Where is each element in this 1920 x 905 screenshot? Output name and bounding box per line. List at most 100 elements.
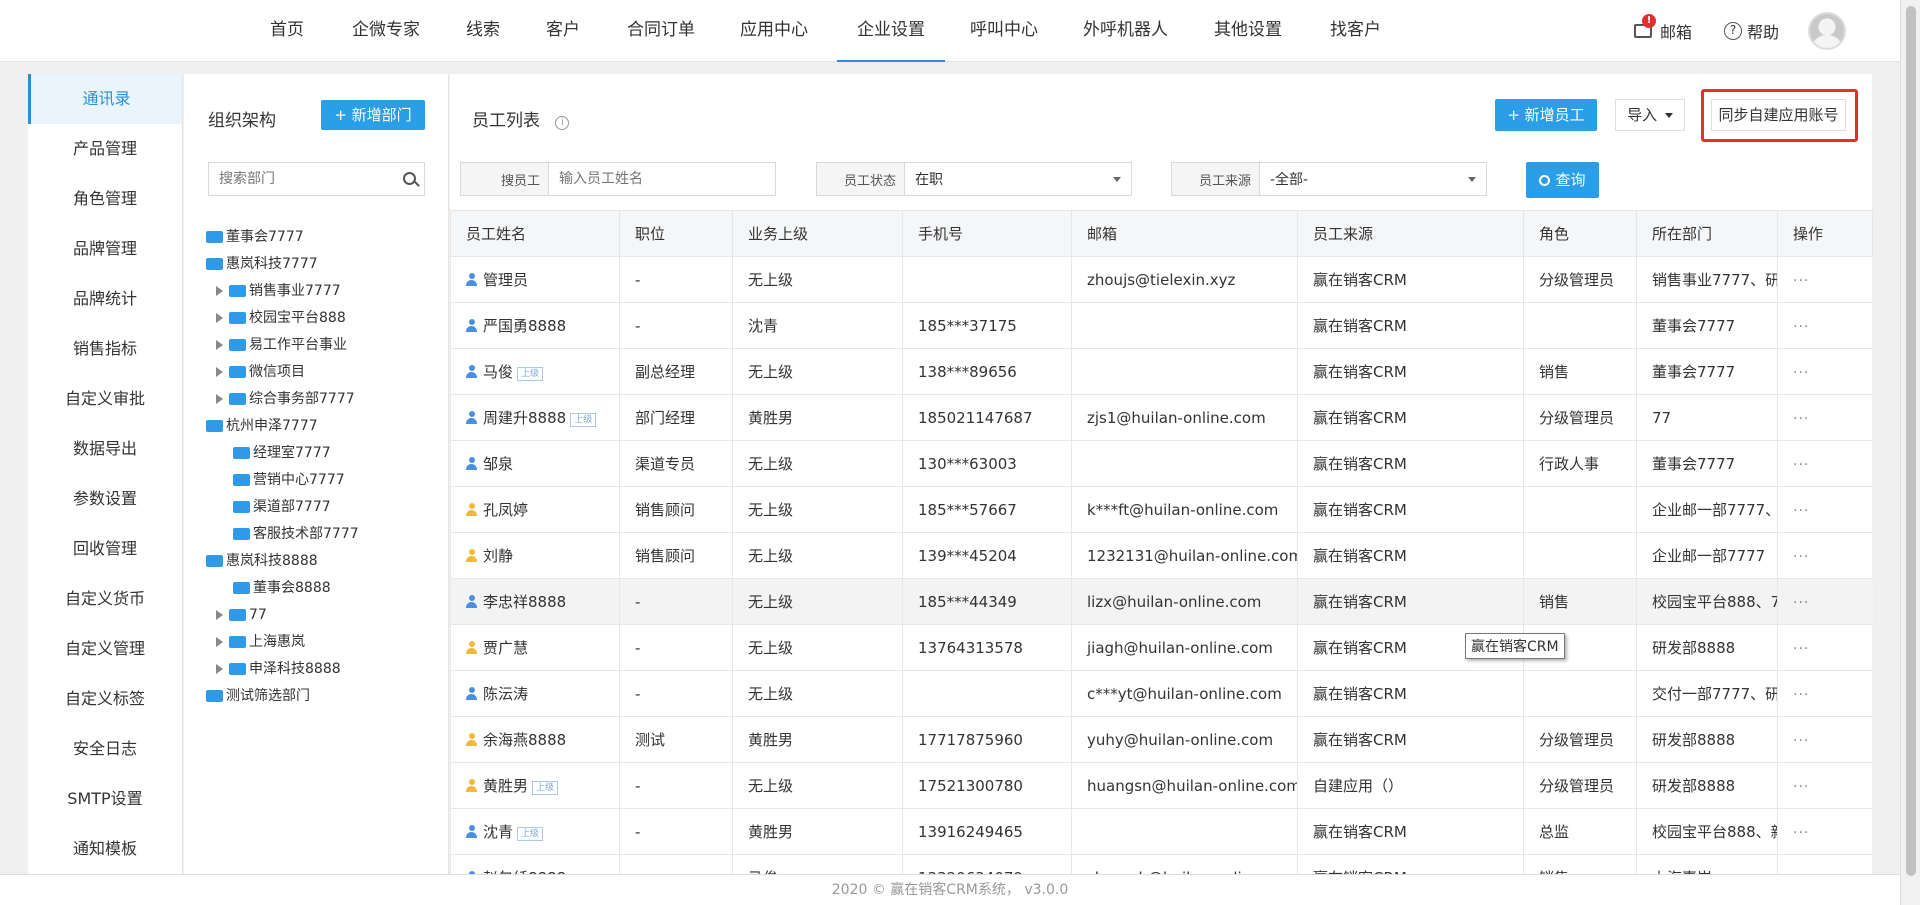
tree-node[interactable]: 微信项目 bbox=[206, 359, 446, 386]
tree-node[interactable]: 客服技术部7777 bbox=[206, 521, 446, 548]
expand-caret-icon[interactable] bbox=[216, 610, 223, 620]
employee-source-filter[interactable]: 员工来源 -全部- bbox=[1171, 162, 1487, 196]
tree-node[interactable]: 上海惠岚 bbox=[206, 629, 446, 656]
help-link[interactable]: ? 帮助 bbox=[1724, 0, 1779, 62]
nav-item[interactable]: 合同订单 bbox=[627, 0, 695, 62]
nav-item[interactable]: 首页 bbox=[270, 0, 304, 62]
employee-name-cell[interactable]: 贾广慧 bbox=[450, 624, 620, 671]
expand-caret-icon[interactable] bbox=[216, 664, 223, 674]
table-row[interactable]: 黄胜男 上级 - 无上级 17521300780 huangsn@huilan-onlin… bbox=[450, 762, 1873, 809]
more-actions-icon[interactable]: ··· bbox=[1793, 457, 1809, 473]
settings-menu-item[interactable]: 品牌管理 bbox=[28, 224, 182, 274]
table-row[interactable]: 马俊 上级 副总经理 无上级 138***89656 赢在销客CRM 销售 董事会7777 ··… bbox=[450, 348, 1873, 395]
info-icon[interactable]: i bbox=[555, 116, 570, 130]
expand-caret-icon[interactable] bbox=[216, 637, 223, 647]
nav-item[interactable]: 线索 bbox=[466, 0, 500, 62]
table-row[interactable]: 严国勇8888 - 沈青 185***37175 赢在销客CRM 董事会7777 ··· bbox=[450, 302, 1873, 349]
employee-search-input[interactable] bbox=[549, 163, 769, 195]
table-row[interactable]: 周建升8888 上级 部门经理 黄胜男 185021147687 zjs1@huilan-… bbox=[450, 394, 1873, 441]
page-scrollbar[interactable] bbox=[1900, 0, 1920, 905]
tree-node[interactable]: 渠道部7777 bbox=[206, 494, 446, 521]
employee-status-filter[interactable]: 员工状态 在职 bbox=[816, 162, 1132, 196]
settings-menu-item[interactable]: 通讯录 bbox=[28, 74, 182, 124]
scrollbar-thumb[interactable] bbox=[1906, 6, 1916, 876]
tree-node[interactable]: 经理室7777 bbox=[206, 440, 446, 467]
table-row[interactable]: 余海燕8888 测试 黄胜男 17717875960 yuhy@huilan-onlin… bbox=[450, 716, 1873, 763]
settings-menu-item[interactable]: 自定义审批 bbox=[28, 374, 182, 424]
nav-item[interactable]: 企业设置 bbox=[837, 0, 945, 62]
table-row[interactable]: 李忠祥8888 - 无上级 185***44349 lizx@huilan-online… bbox=[450, 578, 1873, 625]
employee-name-cell[interactable]: 孔凤婷 bbox=[450, 486, 620, 533]
more-actions-icon[interactable]: ··· bbox=[1793, 549, 1809, 565]
settings-menu-item[interactable]: 数据导出 bbox=[28, 424, 182, 474]
more-actions-icon[interactable]: ··· bbox=[1793, 733, 1809, 749]
tree-node[interactable]: 董事会7777 bbox=[206, 224, 446, 251]
nav-item[interactable]: 其他设置 bbox=[1214, 0, 1282, 62]
settings-menu-item[interactable]: 安全日志 bbox=[28, 724, 182, 774]
settings-menu-item[interactable]: 通知模板 bbox=[28, 824, 182, 874]
employee-name-cell[interactable]: 马俊 上级 bbox=[450, 348, 620, 395]
more-actions-icon[interactable]: ··· bbox=[1793, 503, 1809, 519]
more-actions-icon[interactable]: ··· bbox=[1793, 825, 1809, 841]
import-dropdown-button[interactable]: 导入 bbox=[1615, 99, 1685, 131]
settings-menu-item[interactable]: 自定义货币 bbox=[28, 574, 182, 624]
settings-menu-item[interactable]: 自定义管理 bbox=[28, 624, 182, 674]
employee-name-cell[interactable]: 邹泉 bbox=[450, 440, 620, 487]
tree-node[interactable]: 惠岚科技8888 bbox=[206, 548, 446, 575]
more-actions-icon[interactable]: ··· bbox=[1793, 273, 1809, 289]
search-icon[interactable] bbox=[403, 172, 420, 187]
tree-node[interactable]: 易工作平台事业 bbox=[206, 332, 446, 359]
table-row[interactable]: 管理员 - 无上级 zhoujs@tielexin.xyz 赢在销客CRM 分级管理员 销售… bbox=[450, 256, 1873, 303]
employee-name-cell[interactable]: 周建升8888 上级 bbox=[450, 394, 620, 441]
more-actions-icon[interactable]: ··· bbox=[1793, 411, 1809, 427]
settings-menu-item[interactable]: 自定义标签 bbox=[28, 674, 182, 724]
more-actions-icon[interactable]: ··· bbox=[1793, 641, 1809, 657]
table-row[interactable]: 沈青 上级 - 黄胜男 13916249465 赢在销客CRM 总监 校园宝平台888、新 ··… bbox=[450, 808, 1873, 855]
tree-node[interactable]: 营销中心7777 bbox=[206, 467, 446, 494]
add-employee-button[interactable]: + 新增员工 bbox=[1495, 99, 1597, 131]
settings-menu-item[interactable]: 产品管理 bbox=[28, 124, 182, 174]
expand-caret-icon[interactable] bbox=[216, 367, 223, 377]
nav-item[interactable]: 找客户 bbox=[1330, 0, 1381, 62]
nav-item[interactable]: 企微专家 bbox=[352, 0, 420, 62]
tree-node[interactable]: 77 bbox=[206, 602, 446, 629]
table-row[interactable]: 邹泉 渠道专员 无上级 130***63003 赢在销客CRM 行政人事 董事会7777 ··… bbox=[450, 440, 1873, 487]
employee-name-cell[interactable]: 刘静 bbox=[450, 532, 620, 579]
nav-item[interactable]: 外呼机器人 bbox=[1083, 0, 1168, 62]
more-actions-icon[interactable]: ··· bbox=[1793, 687, 1809, 703]
employee-name-cell[interactable]: 严国勇8888 bbox=[450, 302, 620, 349]
user-avatar[interactable] bbox=[1808, 12, 1846, 50]
tree-node[interactable]: 校园宝平台888 bbox=[206, 305, 446, 332]
settings-menu-item[interactable]: 品牌统计 bbox=[28, 274, 182, 324]
employee-name-cell[interactable]: 李忠祥8888 bbox=[450, 578, 620, 625]
tree-node[interactable]: 申泽科技8888 bbox=[206, 656, 446, 683]
more-actions-icon[interactable]: ··· bbox=[1793, 365, 1809, 381]
nav-item[interactable]: 应用中心 bbox=[740, 0, 808, 62]
more-actions-icon[interactable]: ··· bbox=[1793, 319, 1809, 335]
tree-node[interactable]: 测试筛选部门 bbox=[206, 683, 446, 710]
employee-name-cell[interactable]: 黄胜男 上级 bbox=[450, 762, 620, 809]
table-row[interactable]: 刘静 销售顾问 无上级 139***45204 1232131@huilan-onlin… bbox=[450, 532, 1873, 579]
expand-caret-icon[interactable] bbox=[216, 340, 223, 350]
employee-name-cell[interactable]: 余海燕8888 bbox=[450, 716, 620, 763]
tree-node[interactable]: 董事会8888 bbox=[206, 575, 446, 602]
tree-node[interactable]: 惠岚科技7777 bbox=[206, 251, 446, 278]
nav-item[interactable]: 客户 bbox=[546, 0, 580, 62]
tree-node[interactable]: 杭州申泽7777 bbox=[206, 413, 446, 440]
settings-menu-item[interactable]: 参数设置 bbox=[28, 474, 182, 524]
more-actions-icon[interactable]: ··· bbox=[1793, 779, 1809, 795]
tree-node[interactable]: 销售事业7777 bbox=[206, 278, 446, 305]
settings-menu-item[interactable]: SMTP设置 bbox=[28, 774, 182, 824]
expand-caret-icon[interactable] bbox=[216, 286, 223, 296]
employee-name-cell[interactable]: 管理员 bbox=[450, 256, 620, 303]
employee-status-select[interactable]: 在职 bbox=[905, 163, 1131, 195]
sync-app-accounts-button[interactable]: 同步自建应用账号 bbox=[1711, 99, 1846, 131]
employee-name-cell[interactable]: 沈青 上级 bbox=[450, 808, 620, 855]
nav-item[interactable]: 呼叫中心 bbox=[970, 0, 1038, 62]
query-button[interactable]: 查询 bbox=[1526, 162, 1599, 198]
mail-link[interactable]: ! 邮箱 bbox=[1634, 0, 1692, 62]
table-row[interactable]: 孔凤婷 销售顾问 无上级 185***57667 k***ft@huilan-onlin… bbox=[450, 486, 1873, 533]
expand-caret-icon[interactable] bbox=[216, 394, 223, 404]
department-search-input[interactable] bbox=[209, 163, 389, 195]
more-actions-icon[interactable]: ··· bbox=[1793, 595, 1809, 611]
